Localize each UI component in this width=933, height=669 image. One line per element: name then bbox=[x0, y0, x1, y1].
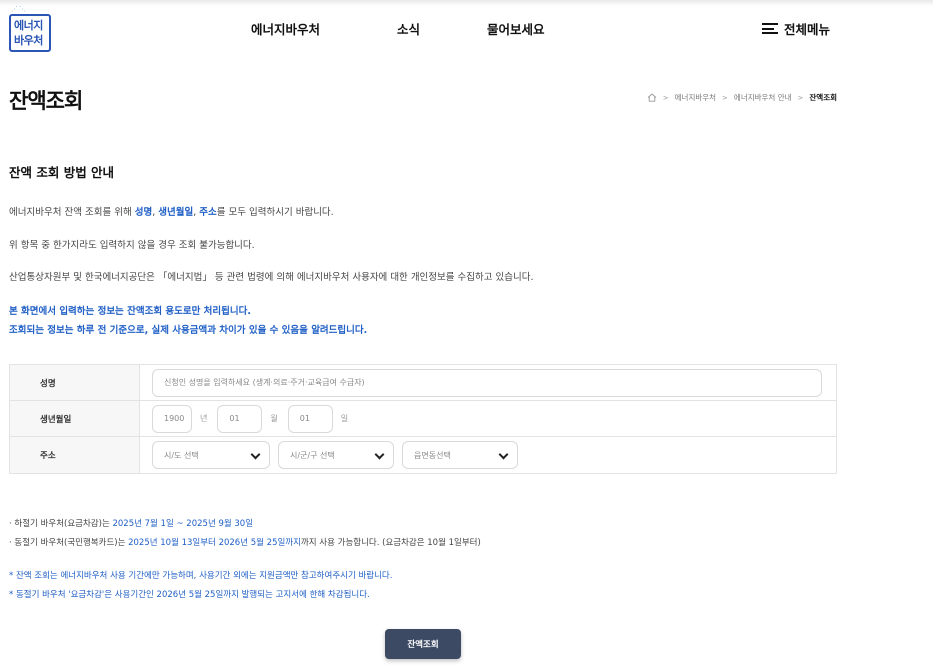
breadcrumb: > 에너지바우처 > 에너지바우처 안내 > 잔액조회 bbox=[647, 92, 837, 103]
chevron-down-icon bbox=[250, 450, 260, 460]
birth-month-input[interactable]: 01 bbox=[217, 404, 263, 433]
sigungu-select-value: 시/군/구 선택 bbox=[290, 450, 335, 460]
guide-section-title: 잔액 조회 방법 안내 bbox=[9, 165, 115, 180]
note-winter-suffix: 까지 사용 가능합니다. (요금차감은 10월 1일부터) bbox=[300, 538, 481, 548]
guide-notice-basis: 조회되는 정보는 하루 전 기준으로, 실제 사용금액과 차이가 있을 수 있음… bbox=[9, 325, 368, 336]
hamburger-icon bbox=[762, 23, 778, 34]
breadcrumb-item-energy-voucher[interactable]: 에너지바우처 bbox=[675, 92, 716, 103]
day-unit: 일 bbox=[340, 414, 349, 423]
name-label: 성명 bbox=[10, 365, 140, 400]
highlight-birthdate: 생년월일 bbox=[158, 207, 194, 218]
address-label: 주소 bbox=[10, 437, 140, 473]
note-winter-prefix: · 동절기 바우처(국민행복카드)는 bbox=[9, 538, 129, 548]
name-input[interactable]: 신청인 성명을 입력하세요 (생계·의료·주거·교육급여 수급자) bbox=[152, 368, 822, 397]
note-star-deduction: * 동절기 바우처 '요금차감'은 사용기간인 2026년 5월 25일까지 발… bbox=[9, 590, 370, 600]
breadcrumb-separator-icon: > bbox=[797, 93, 804, 102]
logo-text-line1: 에너지 bbox=[14, 19, 43, 32]
guide-notice-usage: 본 화면에서 입력하는 정보는 잔액조회 용도로만 처리됩니다. bbox=[9, 306, 251, 317]
sido-select[interactable]: 시/도 선택 bbox=[152, 441, 270, 469]
balance-inquiry-button[interactable]: 잔액조회 bbox=[385, 629, 461, 659]
note-winter-period: 2025년 10월 13일부터 2026년 5월 25일까지 bbox=[128, 538, 301, 548]
breadcrumb-separator-icon: > bbox=[662, 93, 669, 102]
breadcrumb-item-current: 잔액조회 bbox=[809, 93, 837, 102]
site-header: ⋰⋱ 에너지 바우처 에너지바우처 소식 물어보세요 전체메뉴 bbox=[0, 0, 933, 58]
guide-p1-suffix: 를 모두 입력하시기 바랍니다. bbox=[216, 207, 334, 218]
address-field-cell: 시/도 선택 시/군/구 선택 읍면동선택 bbox=[140, 437, 836, 473]
form-row-address: 주소 시/도 선택 시/군/구 선택 읍면동선택 bbox=[10, 437, 836, 473]
all-menu-label: 전체메뉴 bbox=[784, 22, 831, 37]
all-menu-button[interactable]: 전체메뉴 bbox=[762, 19, 830, 38]
highlight-address: 주소 bbox=[199, 207, 217, 218]
sigungu-select[interactable]: 시/군/구 선택 bbox=[278, 441, 394, 469]
page-title: 잔액조회 bbox=[9, 89, 83, 113]
guide-p1-prefix: 에너지바우처 잔액 조회를 위해 bbox=[9, 207, 135, 218]
note-star-availability: * 잔액 조회는 에너지바우처 사용 기간에만 가능하며, 사용기간 외에는 지… bbox=[9, 571, 393, 581]
name-field-cell: 신청인 성명을 입력하세요 (생계·의료·주거·교육급여 수급자) bbox=[140, 365, 836, 400]
birthdate-label: 생년월일 bbox=[10, 401, 140, 436]
note-winter-voucher: · 동절기 바우처(국민행복카드)는 2025년 10월 13일부터 2026년… bbox=[9, 536, 481, 548]
eupmyeondong-select-value: 읍면동선택 bbox=[414, 450, 451, 460]
balance-inquiry-form: 성명 신청인 성명을 입력하세요 (생계·의료·주거·교육급여 수급자) 생년월… bbox=[9, 364, 837, 474]
logo-dots-icon: ⋰⋱ bbox=[11, 5, 27, 13]
form-row-name: 성명 신청인 성명을 입력하세요 (생계·의료·주거·교육급여 수급자) bbox=[10, 365, 836, 401]
logo-mark: 에너지 바우처 bbox=[9, 14, 51, 52]
chevron-down-icon bbox=[498, 450, 508, 460]
birthdate-field-cell: 1900 년 01 월 01 일 bbox=[140, 401, 836, 436]
note-summer-period: 2025년 7월 1일 ~ 2025년 9월 30일 bbox=[112, 519, 254, 529]
guide-paragraph-required-fields: 에너지바우처 잔액 조회를 위해 성명, 생년월일, 주소를 모두 입력하시기 … bbox=[9, 204, 334, 218]
chevron-down-icon bbox=[374, 450, 384, 460]
form-row-birthdate: 생년월일 1900 년 01 월 01 일 bbox=[10, 401, 836, 437]
nav-item-faq[interactable]: 물어보세요 bbox=[487, 19, 545, 38]
highlight-name: 성명 bbox=[134, 207, 153, 218]
year-unit: 년 bbox=[200, 414, 208, 423]
birth-day-input[interactable]: 01 bbox=[287, 404, 333, 433]
sido-select-value: 시/도 선택 bbox=[164, 450, 199, 460]
note-summer-voucher: · 하절기 바우처(요금차감)는 2025년 7월 1일 ~ 2025년 9월 … bbox=[9, 517, 253, 529]
birth-year-input[interactable]: 1900 bbox=[152, 404, 192, 433]
logo-text-line2: 바우처 bbox=[14, 34, 43, 47]
month-unit: 월 bbox=[270, 414, 278, 423]
site-logo[interactable]: ⋰⋱ 에너지 바우처 bbox=[9, 5, 55, 55]
guide-paragraph-warning: 위 항목 중 한가지라도 입력하지 않을 경우 조회 불가능합니다. bbox=[9, 240, 255, 251]
home-icon[interactable] bbox=[647, 93, 657, 102]
nav-item-news[interactable]: 소식 bbox=[397, 19, 420, 38]
breadcrumb-separator-icon: > bbox=[722, 93, 728, 102]
guide-paragraph-privacy: 산업통상자원부 및 한국에너지공단은 「에너지법」 등 관련 법령에 의해 에너… bbox=[9, 272, 534, 283]
nav-item-energy-voucher[interactable]: 에너지바우처 bbox=[251, 19, 320, 38]
note-summer-prefix: · 하절기 바우처(요금차감)는 bbox=[9, 519, 113, 529]
breadcrumb-item-voucher-guide[interactable]: 에너지바우처 안내 bbox=[734, 92, 792, 103]
eupmyeondong-select[interactable]: 읍면동선택 bbox=[402, 441, 518, 469]
